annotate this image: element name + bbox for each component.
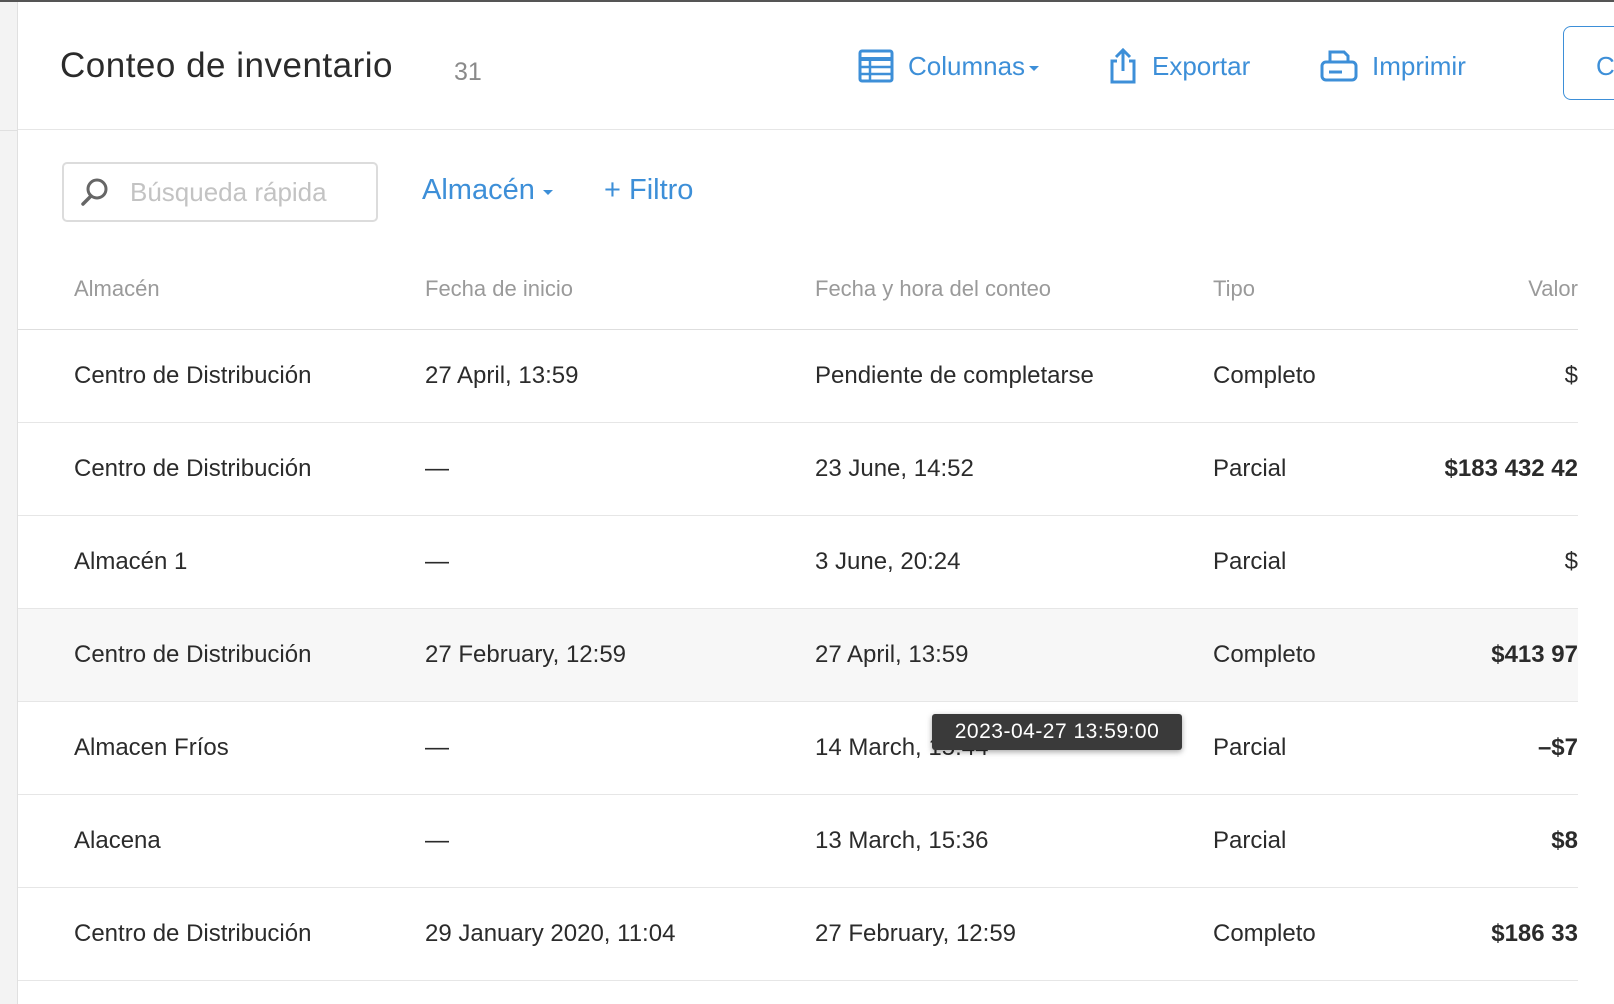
warehouse-filter-label: Almacén	[422, 174, 535, 206]
cell-value: $413 97	[1403, 608, 1578, 702]
printer-icon	[1320, 50, 1358, 82]
left-sidebar-edge	[0, 2, 18, 1004]
cell-warehouse: Centro de Distribución	[18, 329, 425, 423]
quick-search-box[interactable]	[62, 162, 378, 222]
cell-count-datetime: 3 June, 20:24	[815, 515, 1213, 609]
columns-label: Columnas	[908, 50, 1026, 81]
cell-count-datetime: 13 March, 15:36	[815, 794, 1213, 888]
cell-count-datetime: 23 June, 14:52	[815, 422, 1213, 516]
filter-toolbar: Almacén + Filtro	[18, 130, 1614, 250]
table-row[interactable]: Almacen Fríos — 14 March, 15:44 Parcial …	[18, 701, 1578, 795]
sidebar-divider	[0, 130, 17, 131]
cell-warehouse: Alacena	[18, 794, 425, 888]
table-row[interactable]: Alacena — 13 March, 15:36 Parcial $8	[18, 794, 1578, 888]
cell-value: $	[1403, 515, 1578, 609]
add-filter-button[interactable]: + Filtro	[604, 174, 693, 207]
print-label: Imprimir	[1372, 50, 1466, 81]
cell-type: Completo	[1213, 608, 1403, 702]
cell-warehouse: Centro de Distribución	[18, 422, 425, 516]
cell-start-date: —	[425, 422, 815, 516]
table-row[interactable]: Centro de Distribución — 23 June, 14:52 …	[18, 422, 1578, 516]
export-button[interactable]: Exportar	[1108, 46, 1250, 86]
cell-value: $8	[1403, 794, 1578, 888]
page-header: Conteo de inventario 31 Columnas Exporta…	[18, 2, 1614, 130]
chevron-down-icon	[1029, 65, 1040, 71]
warehouse-filter-dropdown[interactable]: Almacén	[422, 174, 553, 207]
export-label: Exportar	[1152, 50, 1251, 81]
cell-value: $	[1403, 329, 1578, 423]
chevron-down-icon	[542, 190, 553, 195]
cell-type: Parcial	[1213, 422, 1403, 516]
cell-value: –$7	[1403, 701, 1578, 795]
table-row[interactable]: Centro de Distribución 27 February, 12:5…	[18, 608, 1578, 702]
cell-type: Parcial	[1213, 701, 1403, 795]
cell-warehouse: Almacén 1	[18, 515, 425, 609]
create-button[interactable]: C	[1563, 26, 1614, 100]
cell-type: Completo	[1213, 329, 1403, 423]
table-row[interactable]: Almacén 1 — 3 June, 20:24 Parcial $	[18, 515, 1578, 609]
cell-start-date: 27 February, 12:59	[425, 608, 815, 702]
cell-count-datetime: 27 February, 12:59	[815, 887, 1213, 981]
page-title: Conteo de inventario	[60, 46, 393, 85]
search-input[interactable]	[128, 175, 342, 209]
table-row[interactable]: Centro de Distribución 27 April, 13:59 P…	[18, 329, 1578, 423]
print-button[interactable]: Imprimir	[1320, 46, 1466, 86]
cell-value: $183 432 42	[1403, 422, 1578, 516]
table-header-row: Almacén Fecha de inicio Fecha y hora del…	[18, 249, 1578, 330]
main-panel: Conteo de inventario 31 Columnas Exporta…	[18, 2, 1614, 1004]
app-window: Conteo de inventario 31 Columnas Exporta…	[0, 0, 1614, 1004]
search-icon	[81, 178, 108, 206]
cell-type: Parcial	[1213, 794, 1403, 888]
cell-start-date: —	[425, 515, 815, 609]
column-header-type[interactable]: Tipo	[1213, 249, 1403, 330]
cell-start-date: —	[425, 701, 815, 795]
inventory-count-table: Almacén Fecha de inicio Fecha y hora del…	[18, 249, 1578, 981]
cell-warehouse: Centro de Distribución	[18, 887, 425, 981]
cell-value: $186 33	[1403, 887, 1578, 981]
column-header-value[interactable]: Valor	[1403, 249, 1578, 330]
cell-type: Completo	[1213, 887, 1403, 981]
datetime-tooltip: 2023-04-27 13:59:00	[932, 714, 1182, 750]
table-grid-icon	[858, 49, 894, 83]
columns-button[interactable]: Columnas	[858, 46, 1040, 86]
share-upload-icon	[1110, 47, 1136, 84]
column-header-start-date[interactable]: Fecha de inicio	[425, 249, 815, 330]
cell-start-date: 29 January 2020, 11:04	[425, 887, 815, 981]
cell-count-datetime: Pendiente de completarse	[815, 329, 1213, 423]
record-count: 31	[454, 58, 482, 86]
table-row[interactable]: Centro de Distribución 29 January 2020, …	[18, 887, 1578, 981]
column-header-count-datetime[interactable]: Fecha y hora del conteo	[815, 249, 1213, 330]
column-header-warehouse[interactable]: Almacén	[18, 249, 425, 330]
cell-start-date: —	[425, 794, 815, 888]
cell-type: Parcial	[1213, 515, 1403, 609]
cell-warehouse: Centro de Distribución	[18, 608, 425, 702]
cell-start-date: 27 April, 13:59	[425, 329, 815, 423]
cell-count-datetime: 27 April, 13:59	[815, 608, 1213, 702]
cell-warehouse: Almacen Fríos	[18, 701, 425, 795]
